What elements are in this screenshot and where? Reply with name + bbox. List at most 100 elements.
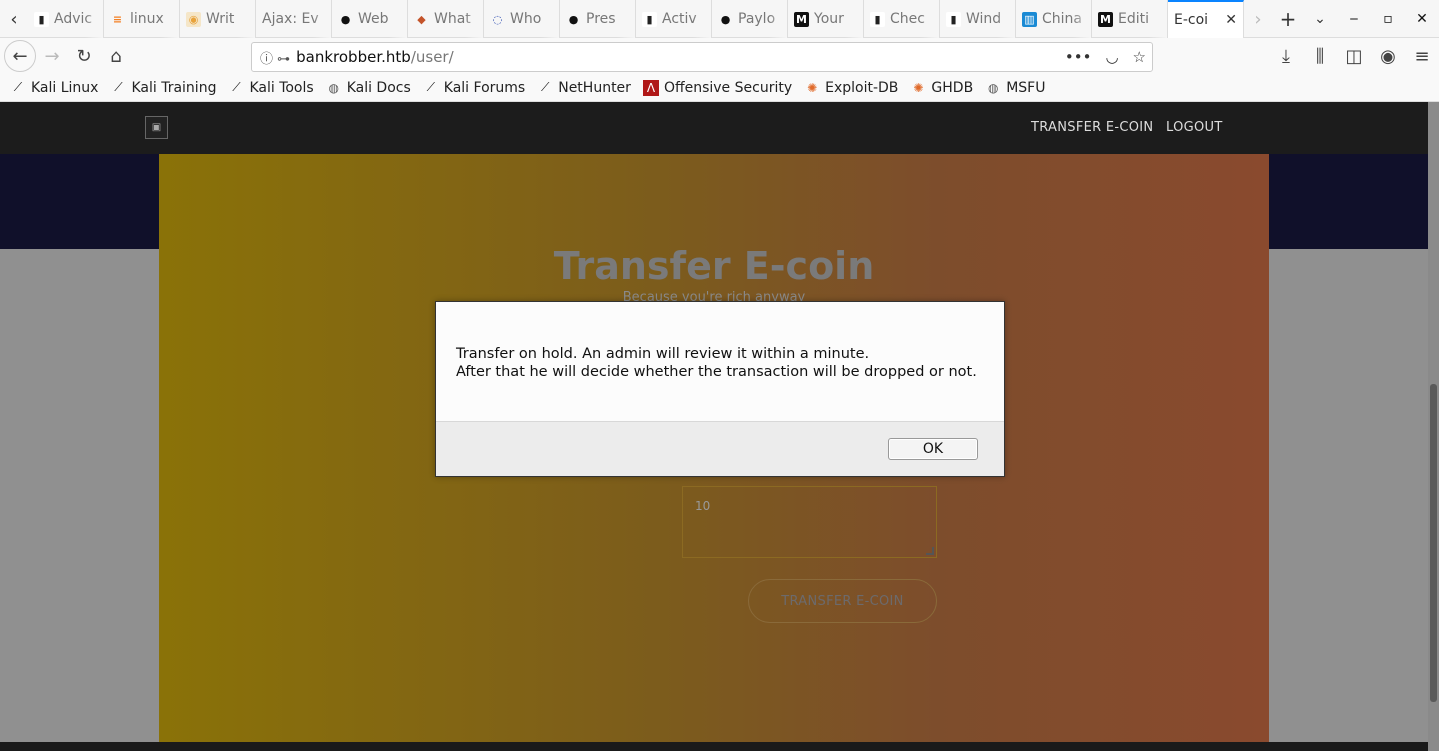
bookmark-label: Kali Tools (249, 79, 314, 96)
url-path: /user/ (410, 48, 454, 66)
close-window-icon[interactable]: ✕ (1405, 0, 1439, 38)
bookmark-1[interactable]: ⟋ Kali Training (110, 80, 216, 96)
home-icon[interactable]: ⌂ (100, 40, 132, 72)
tab-strip: ‹ ▮ Advic ≡ linux ◉ Writ Ajax: Ev ● Web ◆ What ◌ Who… (0, 0, 1439, 38)
bookmark-6[interactable]: Λ Offensive Security (642, 79, 793, 96)
download-icon[interactable]: ⤓ (1269, 40, 1303, 72)
tab-label: Who (510, 11, 553, 27)
page-title: Transfer E-coin (553, 244, 875, 288)
medium-icon: M (794, 11, 809, 27)
navigation-toolbar: ← → ↻ ⌂ ⓘ ⊶ bankrobber.htb/user/ ••• ◡ ☆… (0, 38, 1439, 74)
tab-label: Editi (1118, 11, 1161, 27)
tab-1[interactable]: ≡ linux (104, 0, 180, 38)
tab-label: Writ (206, 11, 249, 27)
page-actions-icon[interactable]: ••• (1065, 48, 1092, 66)
menu-icon[interactable]: ≡ (1405, 40, 1439, 72)
tab-11[interactable]: ▮ Chec (864, 0, 940, 38)
tab-8[interactable]: ▮ Activ (636, 0, 712, 38)
tab-label: China (1042, 11, 1085, 27)
tab-list-chevron-icon[interactable]: ⌄ (1304, 0, 1336, 38)
back-arrow-icon[interactable]: ← (4, 40, 36, 72)
dark-icon: ▮ (870, 11, 885, 27)
scrollbar-thumb[interactable] (1430, 384, 1437, 702)
maximize-icon[interactable]: ▫ (1371, 0, 1405, 38)
exploitdb-icon: ✺ (913, 80, 924, 95)
tab-label: linux (130, 11, 173, 27)
site-navbar: ▣ TRANSFER E-COIN LOGOUT (0, 102, 1428, 154)
scroll-tabs-left-icon[interactable]: ‹ (0, 0, 28, 38)
tab-10[interactable]: M Your (788, 0, 864, 38)
bookmark-label: Kali Docs (346, 79, 411, 96)
bookmark-label: MSFU (1006, 79, 1046, 96)
site-logo-icon[interactable]: ▣ (145, 116, 168, 139)
new-tab-icon[interactable]: + (1272, 0, 1304, 38)
tab-label: Paylo (738, 11, 781, 27)
tab-label: Pres (586, 11, 629, 27)
tab-14[interactable]: M Editi (1092, 0, 1168, 38)
tab-active[interactable]: E-coi ✕ (1168, 0, 1244, 38)
bookmark-label: Kali Training (131, 79, 217, 96)
kali-icon: ⟋ (232, 80, 241, 94)
bookmark-label: Kali Linux (31, 79, 99, 96)
forward-arrow-icon[interactable]: → (36, 40, 68, 72)
tab-label: Activ (662, 11, 705, 27)
bookmark-3[interactable]: ◍ Kali Docs (326, 79, 411, 96)
tab-12[interactable]: ▮ Wind (940, 0, 1016, 38)
bookmark-2[interactable]: ⟋ Kali Tools (228, 80, 313, 96)
resize-handle-icon[interactable] (926, 547, 934, 555)
globe-icon: ◍ (328, 80, 339, 95)
tab-3[interactable]: Ajax: Ev (256, 0, 332, 38)
close-tab-icon[interactable]: ✕ (1225, 12, 1237, 28)
tab-13[interactable]: ▥ China (1016, 0, 1092, 38)
tab-label: Chec (890, 11, 933, 27)
account-icon[interactable]: ◉ (1371, 40, 1405, 72)
exploitdb-icon: ✺ (807, 80, 818, 95)
nav-transfer-link[interactable]: TRANSFER E-COIN (1031, 120, 1153, 135)
notes-icon: ◉ (186, 11, 201, 27)
bookmarks-toolbar: ⟋ Kali Linux ⟋ Kali Training ⟋ Kali Tools ◍ Kal… (0, 74, 1439, 102)
url-bar[interactable]: ⓘ ⊶ bankrobber.htb/user/ ••• ◡ ☆ (251, 42, 1153, 72)
kali-icon: ⟋ (13, 80, 23, 94)
tab-list: ▮ Advic ≡ linux ◉ Writ Ajax: Ev ● Web ◆ What ◌ Who ● P… (28, 0, 1168, 38)
tab-7[interactable]: ● Pres (560, 0, 636, 38)
spin-icon: ◌ (492, 12, 503, 26)
kali-icon: ⟋ (114, 80, 123, 94)
page-footer (0, 742, 1428, 751)
pocket-icon[interactable]: ◡ (1105, 48, 1118, 66)
tab-label: Advic (54, 11, 97, 27)
bookmark-5[interactable]: ⟋ NetHunter (537, 80, 631, 96)
bookmark-label: Offensive Security (663, 79, 793, 96)
tab-5[interactable]: ◆ What (408, 0, 484, 38)
kali-icon: ⟋ (426, 80, 435, 94)
tab-0[interactable]: ▮ Advic (28, 0, 104, 38)
tab-4[interactable]: ● Web (332, 0, 408, 38)
info-icon[interactable]: ⓘ ⊶ (260, 48, 290, 67)
tab-6[interactable]: ◌ Who (484, 0, 560, 38)
bookmark-0[interactable]: ⟋ Kali Linux (10, 79, 99, 96)
transfer-button[interactable]: TRANSFER E-COIN (748, 579, 937, 623)
minimize-icon[interactable]: ‒ (1337, 0, 1371, 38)
ok-button[interactable]: OK (888, 438, 978, 460)
comment-textarea[interactable]: 10 (682, 486, 937, 558)
bookmark-4[interactable]: ⟋ Kali Forums (423, 80, 526, 96)
tab-2[interactable]: ◉ Writ (180, 0, 256, 38)
tab-9[interactable]: ● Paylo (712, 0, 788, 38)
sidebar-icon[interactable]: ◫ (1337, 40, 1371, 72)
bookmark-9[interactable]: ◍ MSFU (985, 79, 1046, 96)
library-icon[interactable]: ⫼ (1303, 40, 1337, 72)
bookmark-label: GHDB (931, 79, 974, 96)
reload-icon[interactable]: ↻ (68, 40, 100, 72)
github-icon: ● (568, 12, 579, 26)
bookmark-8[interactable]: ✺ GHDB (910, 80, 973, 96)
bookmark-label: NetHunter (558, 79, 631, 96)
kali-icon: ⟋ (541, 80, 550, 94)
browser-window: ‹ ▮ Advic ≡ linux ◉ Writ Ajax: Ev ● Web ◆ What ◌ Who… (0, 0, 1439, 751)
bookmark-star-icon[interactable]: ☆ (1133, 48, 1146, 66)
textarea-value: 10 (695, 499, 711, 513)
nav-logout-link[interactable]: LOGOUT (1166, 120, 1223, 135)
bookmark-7[interactable]: ✺ Exploit-DB (804, 80, 898, 96)
dialog-footer: OK (436, 421, 1004, 476)
page-scrollbar[interactable] (1428, 102, 1439, 751)
brave-icon: ◆ (417, 12, 426, 26)
scroll-tabs-right-icon[interactable]: › (1244, 0, 1272, 38)
